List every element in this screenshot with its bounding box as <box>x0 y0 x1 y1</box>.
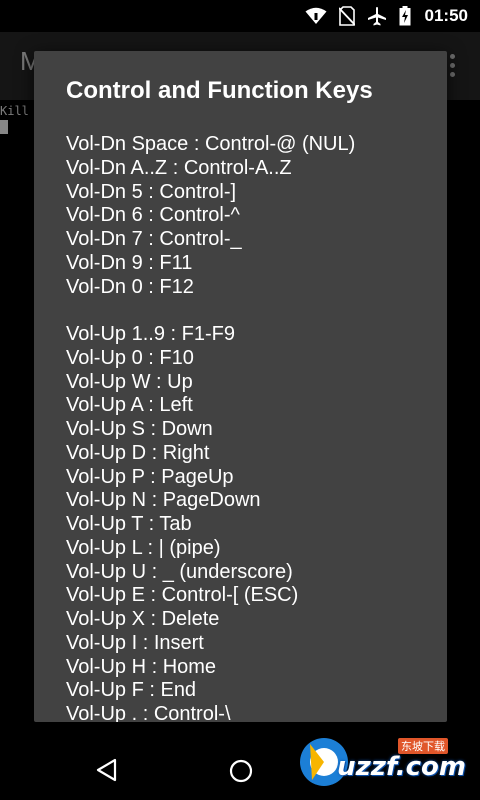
key-list: Vol-Dn Space : Control-@ (NUL) Vol-Dn A.… <box>66 133 436 722</box>
key-line: Vol-Up I : Insert <box>66 631 204 654</box>
key-line: Vol-Dn 7 : Control-_ <box>66 228 242 250</box>
key-line: Vol-Dn 9 : F11 <box>66 251 193 274</box>
key-line: Vol-Dn 0 : F12 <box>66 275 194 298</box>
key-line: Vol-Up F : End <box>66 679 197 702</box>
key-line: Vol-Up E : Control-[ (ESC) <box>66 584 299 607</box>
key-line: Vol-Up L : | (pipe) <box>66 536 221 559</box>
dialog-title: Control and Function Keys <box>66 77 373 104</box>
airplane-icon <box>367 7 386 26</box>
key-line: Vol-Dn 5 : Control-] <box>66 180 237 203</box>
key-line: Vol-Up D : Right <box>66 441 210 464</box>
wifi-icon <box>305 7 327 24</box>
key-line: Vol-Up N : PageDown <box>66 489 261 512</box>
key-line: Vol-Dn 6 : Control-^ <box>66 204 240 227</box>
clock: 01:50 <box>424 6 468 25</box>
key-line: Vol-Up P : PageUp <box>66 465 234 488</box>
key-line: Vol-Up A : Left <box>66 394 193 417</box>
key-line: Vol-Dn A..Z : Control-A..Z <box>66 156 292 179</box>
control-keys-dialog: Control and Function Keys Vol-Dn Space :… <box>34 51 447 722</box>
key-line: Vol-Up S : Down <box>66 418 213 440</box>
key-line: Vol-Up H : Home <box>66 655 217 678</box>
key-line: Vol-Up W : Up <box>66 370 193 393</box>
status-bar: 01:50 <box>0 0 480 32</box>
key-line: Vol-Up 0 : F10 <box>66 346 194 369</box>
key-line: Vol-Up X : Delete <box>66 608 220 630</box>
key-line: Vol-Up T : Tab <box>66 513 192 535</box>
key-line: Vol-Up 1..9 : F1-F9 <box>66 323 235 345</box>
home-icon[interactable] <box>229 759 253 783</box>
key-line: Vol-Up . : Control-\ <box>66 703 231 722</box>
battery-charging-icon <box>399 6 411 26</box>
key-line: Vol-Up U : _ (underscore) <box>66 560 293 583</box>
back-icon[interactable] <box>95 758 119 782</box>
key-line: Vol-Dn Space : Control-@ (NUL) <box>66 133 356 155</box>
watermark-logo: 东坡下载 uzzf.com <box>294 730 474 792</box>
no-sim-icon <box>338 6 355 26</box>
watermark-text: uzzf.com <box>337 752 466 782</box>
